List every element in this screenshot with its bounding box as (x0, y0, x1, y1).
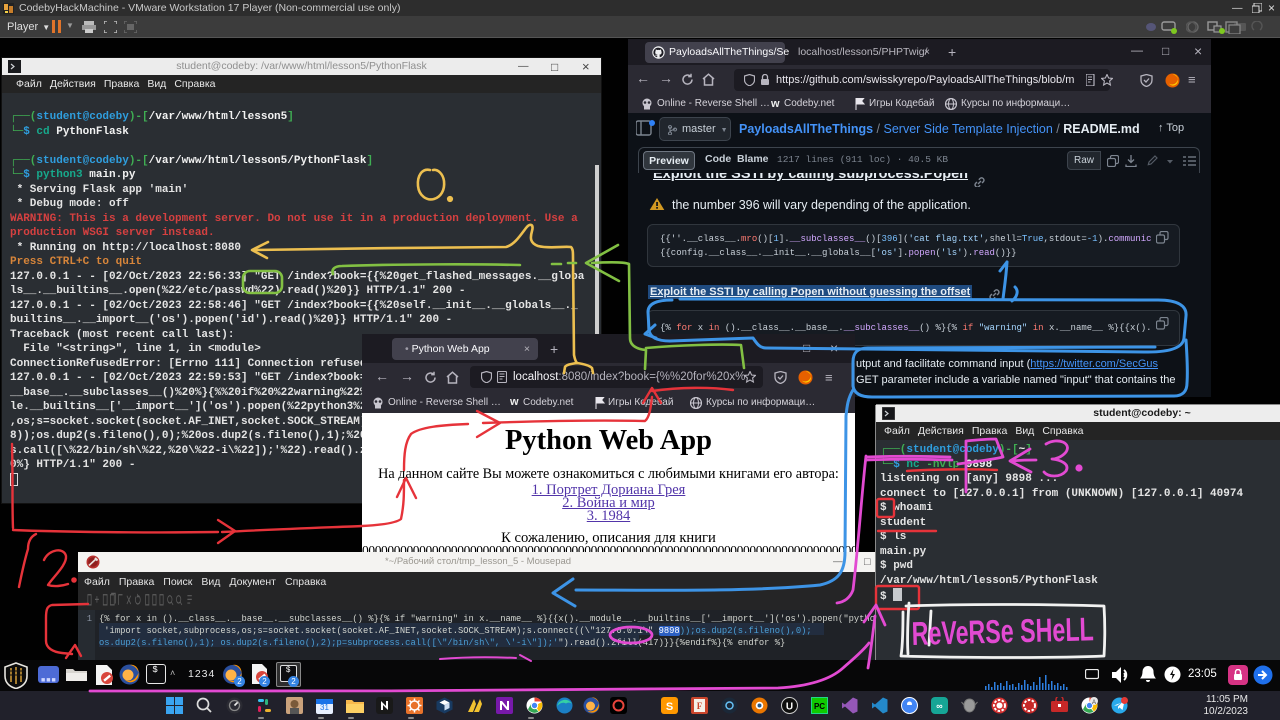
svg-text:S: S (666, 701, 673, 713)
svg-text:∞: ∞ (936, 701, 943, 711)
svg-text:PC: PC (814, 702, 825, 711)
svg-text:31: 31 (320, 703, 329, 712)
svg-text:U: U (786, 702, 793, 713)
svg-text:A: A (1092, 700, 1096, 706)
svg-text:F: F (697, 701, 703, 711)
